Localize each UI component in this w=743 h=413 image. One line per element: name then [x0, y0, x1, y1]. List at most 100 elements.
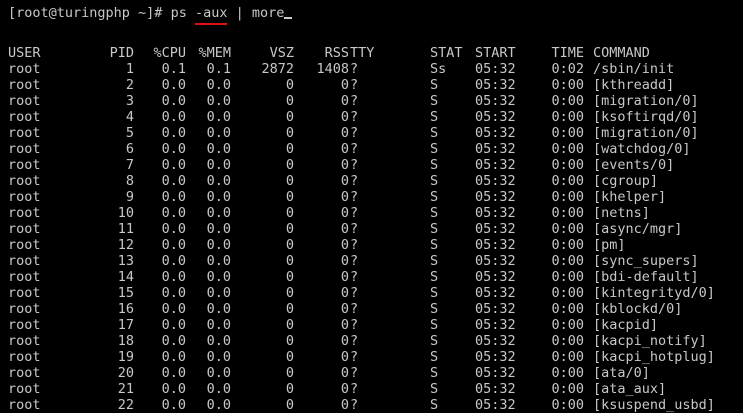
- header-vsz: VSZ: [269, 45, 294, 61]
- cell-mem: 0.0: [206, 333, 231, 349]
- cell-stat: S: [430, 349, 439, 365]
- cell-command: [ata_aux]: [593, 381, 667, 397]
- cell-pid: 6: [125, 141, 134, 157]
- cell-command: [kthreadd]: [593, 77, 675, 93]
- cell-time: 0:00: [551, 253, 584, 269]
- cell-command: [kacpi_notify]: [593, 333, 707, 349]
- cell-cpu: 0.0: [161, 221, 186, 237]
- cell-tty: ?: [350, 301, 359, 317]
- cell-cpu: 0.0: [161, 317, 186, 333]
- cell-command: [cgroup]: [593, 173, 659, 189]
- table-row: root 10 0.0 0.0 0 0? S 05:32 0:00 [netns]: [8, 205, 743, 221]
- cell-time: 0:00: [551, 269, 584, 285]
- cell-vsz: 0: [285, 349, 294, 365]
- cell-start: 05:32: [475, 237, 516, 253]
- cell-time: 0:00: [551, 381, 584, 397]
- table-row: root 1 0.1 0.1 2872 1408? Ss 05:32 0:02/sbin/ini…: [8, 61, 743, 77]
- cell-time: 0:00: [551, 237, 584, 253]
- cell-cpu: 0.0: [161, 269, 186, 285]
- header-cpu: %CPU: [153, 45, 186, 61]
- cell-pid: 18: [117, 333, 134, 349]
- cell-command: [kacpi_hotplug]: [593, 349, 715, 365]
- cell-time: 0:00: [551, 93, 584, 109]
- cell-vsz: 0: [285, 365, 294, 381]
- cell-cpu: 0.0: [161, 365, 186, 381]
- terminal-screen[interactable]: [root@turingphp ~]# ps -aux | more USER …: [0, 0, 743, 413]
- cell-time: 0:00: [551, 285, 584, 301]
- cell-start: 05:32: [475, 205, 516, 221]
- cell-vsz: 0: [285, 269, 294, 285]
- cell-pid: 5: [125, 125, 134, 141]
- cell-start: 05:32: [475, 109, 516, 125]
- cell-rss: 0: [340, 125, 349, 141]
- cell-stat: S: [430, 189, 439, 205]
- cell-tty: ?: [350, 205, 359, 221]
- cell-vsz: 0: [285, 285, 294, 301]
- cell-command: [async/mgr]: [593, 221, 683, 237]
- cell-mem: 0.0: [206, 189, 231, 205]
- cell-mem: 0.0: [206, 173, 231, 189]
- cell-cpu: 0.0: [161, 173, 186, 189]
- cell-rss: 0: [340, 93, 349, 109]
- cell-mem: 0.0: [206, 93, 231, 109]
- cell-user: root: [8, 173, 41, 189]
- table-row: root 9 0.0 0.0 0 0? S 05:32 0:00 [khelper]: [8, 189, 743, 205]
- cell-cpu: 0.0: [161, 109, 186, 125]
- cell-user: root: [8, 141, 41, 157]
- cell-tty: ?: [350, 61, 359, 77]
- cell-stat: S: [430, 77, 439, 93]
- cell-time: 0:00: [551, 189, 584, 205]
- cell-stat: S: [430, 221, 439, 237]
- cell-pid: 11: [117, 221, 134, 237]
- cell-mem: 0.0: [206, 157, 231, 173]
- cell-start: 05:32: [475, 221, 516, 237]
- cell-cpu: 0.0: [161, 157, 186, 173]
- cell-start: 05:32: [475, 253, 516, 269]
- cell-stat: S: [430, 317, 439, 333]
- cell-stat: S: [430, 93, 439, 109]
- cell-cpu: 0.0: [161, 301, 186, 317]
- cell-tty: ?: [350, 157, 359, 173]
- table-row: root 5 0.0 0.0 0 0? S 05:32 0:00 [migration/0]: [8, 125, 743, 141]
- cell-command: /sbin/init: [593, 61, 675, 77]
- cell-rss: 0: [340, 365, 349, 381]
- cell-command: [ata/0]: [593, 365, 650, 381]
- cell-vsz: 0: [285, 157, 294, 173]
- cell-cpu: 0.1: [161, 61, 186, 77]
- cell-vsz: 0: [285, 301, 294, 317]
- cell-tty: ?: [350, 317, 359, 333]
- cell-pid: 17: [117, 317, 134, 333]
- cell-tty: ?: [350, 253, 359, 269]
- cell-rss: 0: [340, 333, 349, 349]
- cell-time: 0:00: [551, 141, 584, 157]
- cell-pid: 21: [117, 381, 134, 397]
- cell-start: 05:32: [475, 173, 516, 189]
- cell-pid: 15: [117, 285, 134, 301]
- prompt-pipe: | more: [227, 5, 285, 21]
- cell-stat: S: [430, 237, 439, 253]
- cell-user: root: [8, 381, 41, 397]
- cell-mem: 0.0: [206, 365, 231, 381]
- cell-tty: ?: [350, 269, 359, 285]
- cell-stat: S: [430, 333, 439, 349]
- cell-mem: 0.0: [206, 317, 231, 333]
- cell-vsz: 0: [285, 109, 294, 125]
- cell-stat: S: [430, 205, 439, 221]
- cell-user: root: [8, 93, 41, 109]
- cell-user: root: [8, 333, 41, 349]
- cell-rss: 0: [340, 221, 349, 237]
- cell-pid: 8: [125, 173, 134, 189]
- command-prompt-line: [root@turingphp ~]# ps -aux | more: [8, 5, 293, 25]
- cell-command: [kblockd/0]: [593, 301, 683, 317]
- cell-rss: 0: [340, 109, 349, 125]
- table-row: root 4 0.0 0.0 0 0? S 05:32 0:00 [ksoftirqd/0]: [8, 109, 743, 125]
- cell-stat: S: [430, 365, 439, 381]
- cell-vsz: 0: [285, 189, 294, 205]
- header-mem: %MEM: [198, 45, 231, 61]
- cell-start: 05:32: [475, 317, 516, 333]
- cell-cpu: 0.0: [161, 253, 186, 269]
- cell-mem: 0.0: [206, 109, 231, 125]
- cell-tty: ?: [350, 237, 359, 253]
- red-underline-annotation: [194, 23, 228, 25]
- table-row: root 14 0.0 0.0 0 0? S 05:32 0:00 [bdi-default]: [8, 269, 743, 285]
